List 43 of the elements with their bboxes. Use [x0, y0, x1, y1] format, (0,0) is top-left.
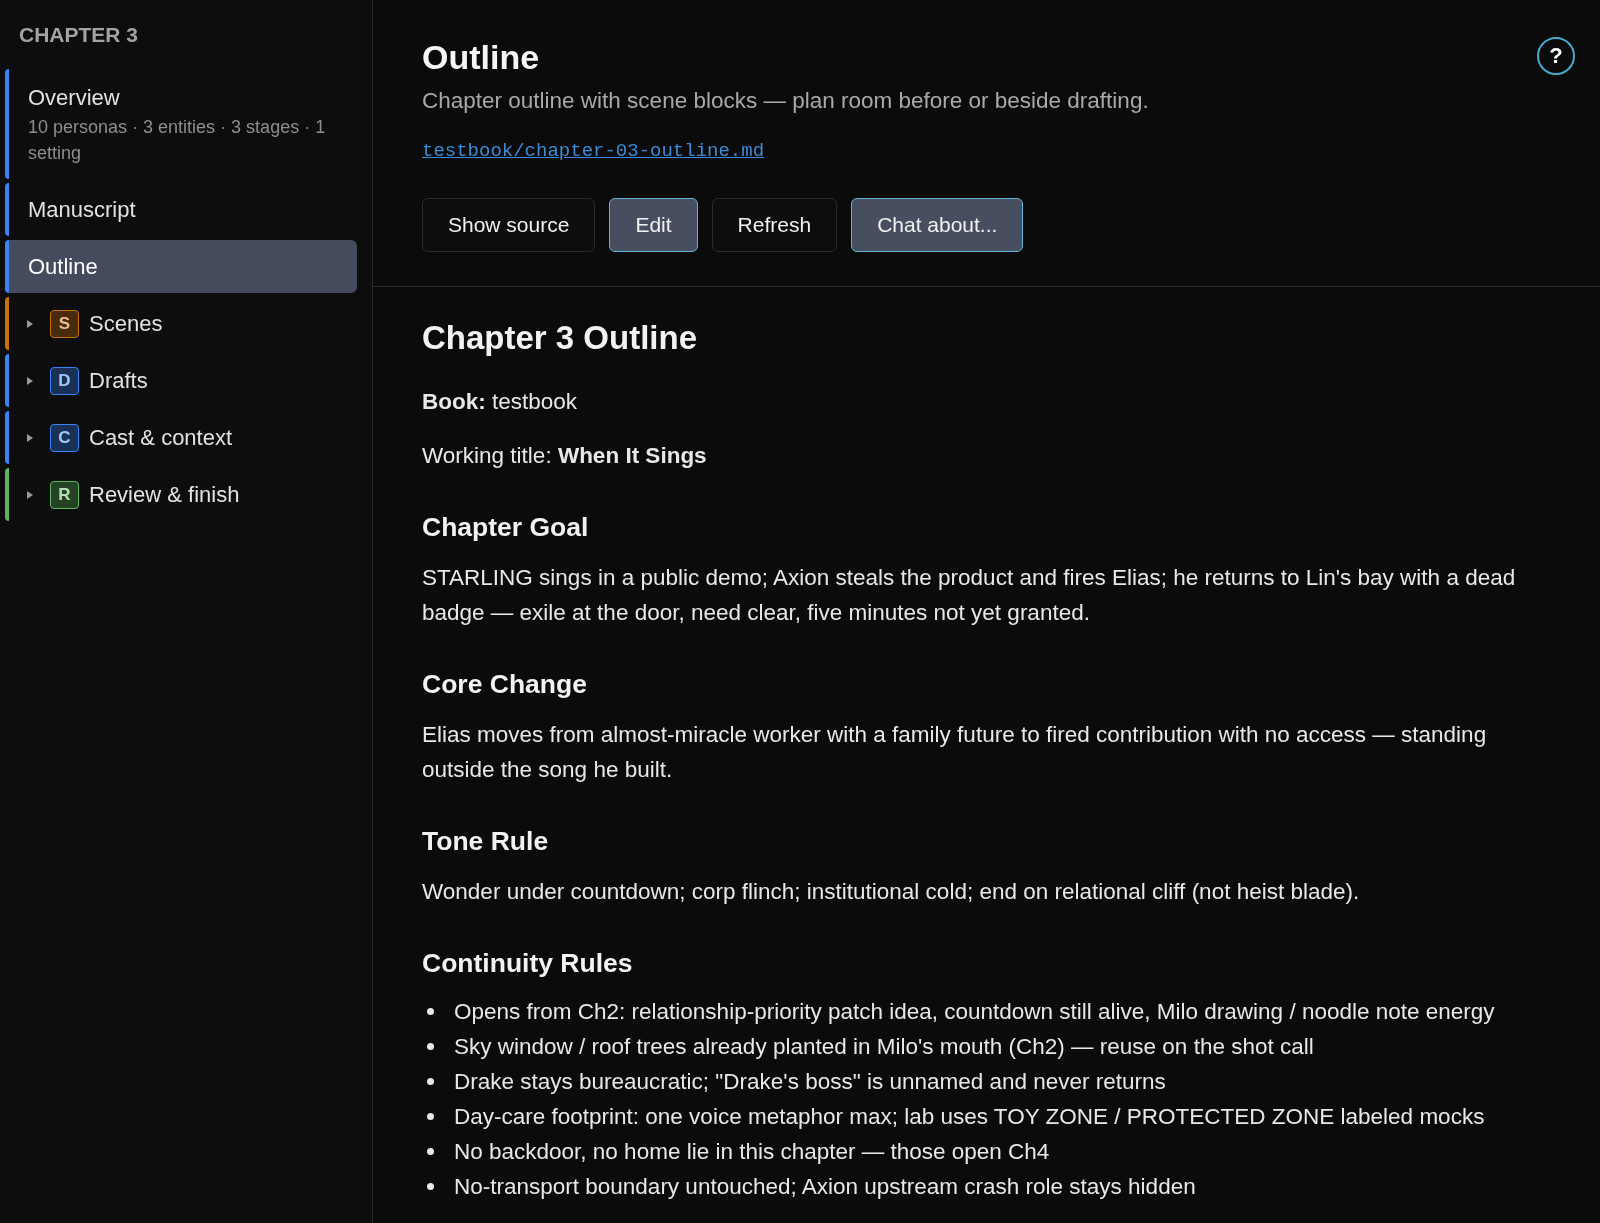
section-heading: Chapter Goal — [422, 511, 590, 544]
section-heading: Continuity Rules — [422, 947, 634, 980]
letter-badge: C — [50, 423, 79, 452]
document-title: Chapter 3 Outline — [422, 318, 699, 358]
list-item-text: No backdoor, no home lie in this chapter — those open Ch4 — [454, 1138, 1050, 1166]
section-text: Elias moves from almost-miracle worker with a family future to fired contribution with no access — standing outside the song he built. — [422, 721, 1488, 784]
page-subtitle: Chapter outline with scene blocks — plan room before or beside drafting. — [422, 87, 1149, 115]
action-button[interactable]: Chat about... — [851, 198, 1024, 252]
list-item-text: Drake stays bureaucratic; "Drake's boss" is unnamed and never returns — [454, 1068, 1166, 1096]
page-title: Outline — [422, 37, 540, 77]
sidebar-item[interactable]: Manuscript — [5, 183, 357, 236]
list-item-text: No-transport boundary untouched; Axion upstream crash role stays hidden — [454, 1173, 1196, 1201]
letter-badge: D — [50, 366, 79, 395]
letter-badge: R — [50, 480, 79, 509]
letter-badge: S — [50, 309, 79, 338]
bullet-icon — [427, 1183, 434, 1190]
item-summary: 10 personas · 3 entities · 3 stages · 1 setting — [28, 116, 327, 165]
list-item-text: Day-care footprint: one voice metaphor max; lab uses TOY ZONE / PROTECTED ZONE labeled mocks — [454, 1103, 1485, 1131]
meta-line: Book: testbook — [422, 388, 579, 416]
bullet-icon — [427, 1043, 434, 1050]
file-path-link[interactable]: testbook/chapter-03-outline.md — [422, 138, 765, 164]
sidebar-group[interactable]: D Drafts — [5, 354, 357, 407]
meta-line: Working title: When It Sings — [422, 442, 708, 470]
section-heading: Core Change — [422, 668, 588, 701]
action-button[interactable]: Refresh — [711, 198, 838, 252]
sidebar-item[interactable]: Outline — [5, 240, 357, 293]
sidebar-heading: CHAPTER 3 — [18, 22, 140, 48]
sidebar-group[interactable]: S Scenes — [5, 297, 357, 350]
sidebar-group[interactable]: C Cast & context — [5, 411, 357, 464]
list-item-text: Opens from Ch2: relationship-priority patch idea, countdown still alive, Milo drawing / noodle note energy — [454, 998, 1495, 1026]
bullet-icon — [427, 1008, 434, 1015]
help-button[interactable]: ? — [1537, 37, 1575, 75]
action-button[interactable]: Show source — [422, 198, 596, 252]
bullet-icon — [427, 1078, 434, 1085]
list-item-text: Sky window / roof trees already planted in Milo's mouth (Ch2) — reuse on the shot call — [454, 1033, 1314, 1061]
bullet-icon — [427, 1148, 434, 1155]
action-button[interactable]: Edit — [609, 198, 698, 252]
bullet-icon — [427, 1113, 434, 1120]
section-text: STARLING sings in a public demo; Axion steals the product and fires Elias; he returns to Lin's bay with a dead badge — exile at the door, need clear, five minutes not yet granted. — [422, 564, 1517, 627]
section-text: Wonder under countdown; corp flinch; institutional cold; end on relational cliff (not heist blade). — [422, 878, 1361, 906]
sidebar-item[interactable]: Overview 10 personas · 3 entities · 3 stages · 1 setting — [5, 69, 357, 179]
sidebar-group[interactable]: R Review & finish — [5, 468, 357, 521]
section-heading: Tone Rule — [422, 825, 550, 858]
